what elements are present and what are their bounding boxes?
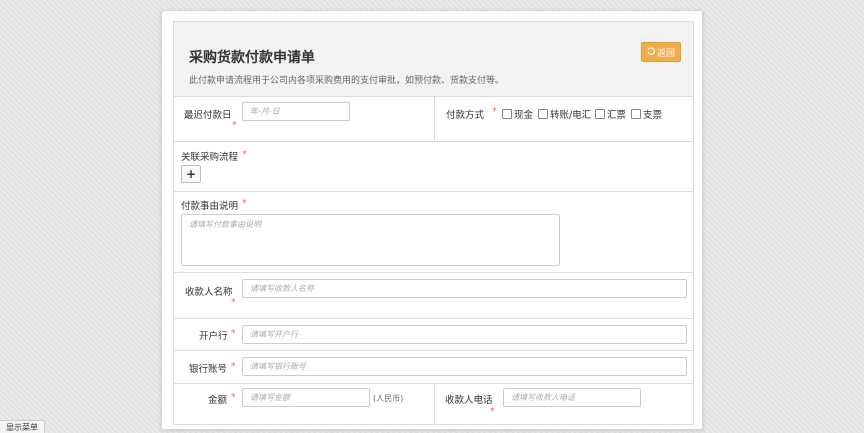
back-button-label: 返回 bbox=[656, 48, 675, 59]
required-mark: * bbox=[242, 149, 247, 160]
row-reason: 付款事由说明 * bbox=[174, 192, 693, 273]
latest-pay-date-label: 最迟付款日 bbox=[184, 110, 232, 121]
row-related-process: 关联采购流程 * + bbox=[174, 142, 693, 192]
row-amount-phone: 金额 * (人民币) 收款人电话 * bbox=[174, 384, 693, 424]
show-menu-button[interactable]: 显示菜单 bbox=[0, 420, 45, 433]
row-date-method: 最迟付款日 * 付款方式 * 现金 转账/电汇 汇票 支票 bbox=[174, 97, 693, 142]
required-mark: * bbox=[490, 406, 495, 417]
required-mark: * bbox=[492, 106, 497, 117]
page-title: 采购货款付款申请单 bbox=[189, 50, 315, 66]
reason-textarea[interactable] bbox=[181, 214, 560, 266]
payee-phone-label: 收款人电话 bbox=[445, 395, 493, 406]
account-label: 银行账号 bbox=[189, 364, 228, 375]
pay-method-check-checkbox[interactable]: 支票 bbox=[631, 107, 662, 121]
row-bank: 开户行 * bbox=[174, 319, 693, 351]
amount-label: 金额 bbox=[208, 395, 228, 406]
required-mark: * bbox=[231, 328, 236, 339]
payment-request-form: 采购货款付款申请单 此付款申请流程用于公司内各项采购费用的支付审批，如预付款、货… bbox=[173, 21, 694, 425]
pay-method-cash-checkbox[interactable]: 现金 bbox=[502, 107, 533, 121]
form-header: 采购货款付款申请单 此付款申请流程用于公司内各项采购费用的支付审批，如预付款、货… bbox=[174, 22, 693, 97]
amount-unit: (人民币) bbox=[373, 394, 404, 403]
add-related-process-button[interactable]: + bbox=[181, 165, 201, 183]
payee-name-input[interactable] bbox=[242, 279, 687, 298]
related-process-label: 关联采购流程 bbox=[181, 152, 239, 163]
required-mark: * bbox=[231, 392, 236, 403]
required-mark: * bbox=[231, 297, 236, 308]
latest-pay-date-input[interactable] bbox=[242, 102, 350, 121]
row-payee-name: 收款人名称 * bbox=[174, 273, 693, 319]
bank-input[interactable] bbox=[242, 325, 687, 344]
account-input[interactable] bbox=[242, 357, 687, 376]
payee-phone-input[interactable] bbox=[503, 388, 641, 407]
form-description: 此付款申请流程用于公司内各项采购费用的支付审批，如预付款、货款支付等。 bbox=[189, 76, 505, 86]
undo-icon bbox=[647, 46, 656, 58]
required-mark: * bbox=[242, 198, 247, 209]
payee-name-label: 收款人名称 bbox=[185, 287, 233, 298]
required-mark: * bbox=[232, 120, 237, 131]
back-button[interactable]: 返回 bbox=[641, 42, 681, 62]
pay-method-transfer-checkbox[interactable]: 转账/电汇 bbox=[538, 107, 591, 121]
row-account: 银行账号 * bbox=[174, 351, 693, 384]
pay-method-draft-checkbox[interactable]: 汇票 bbox=[595, 107, 626, 121]
form-card: 采购货款付款申请单 此付款申请流程用于公司内各项采购费用的支付审批，如预付款、货… bbox=[161, 10, 703, 430]
amount-input[interactable] bbox=[242, 388, 370, 407]
reason-label: 付款事由说明 bbox=[181, 201, 239, 212]
required-mark: * bbox=[231, 361, 236, 372]
pay-method-label: 付款方式 bbox=[446, 110, 485, 121]
bank-label: 开户行 bbox=[199, 331, 228, 342]
